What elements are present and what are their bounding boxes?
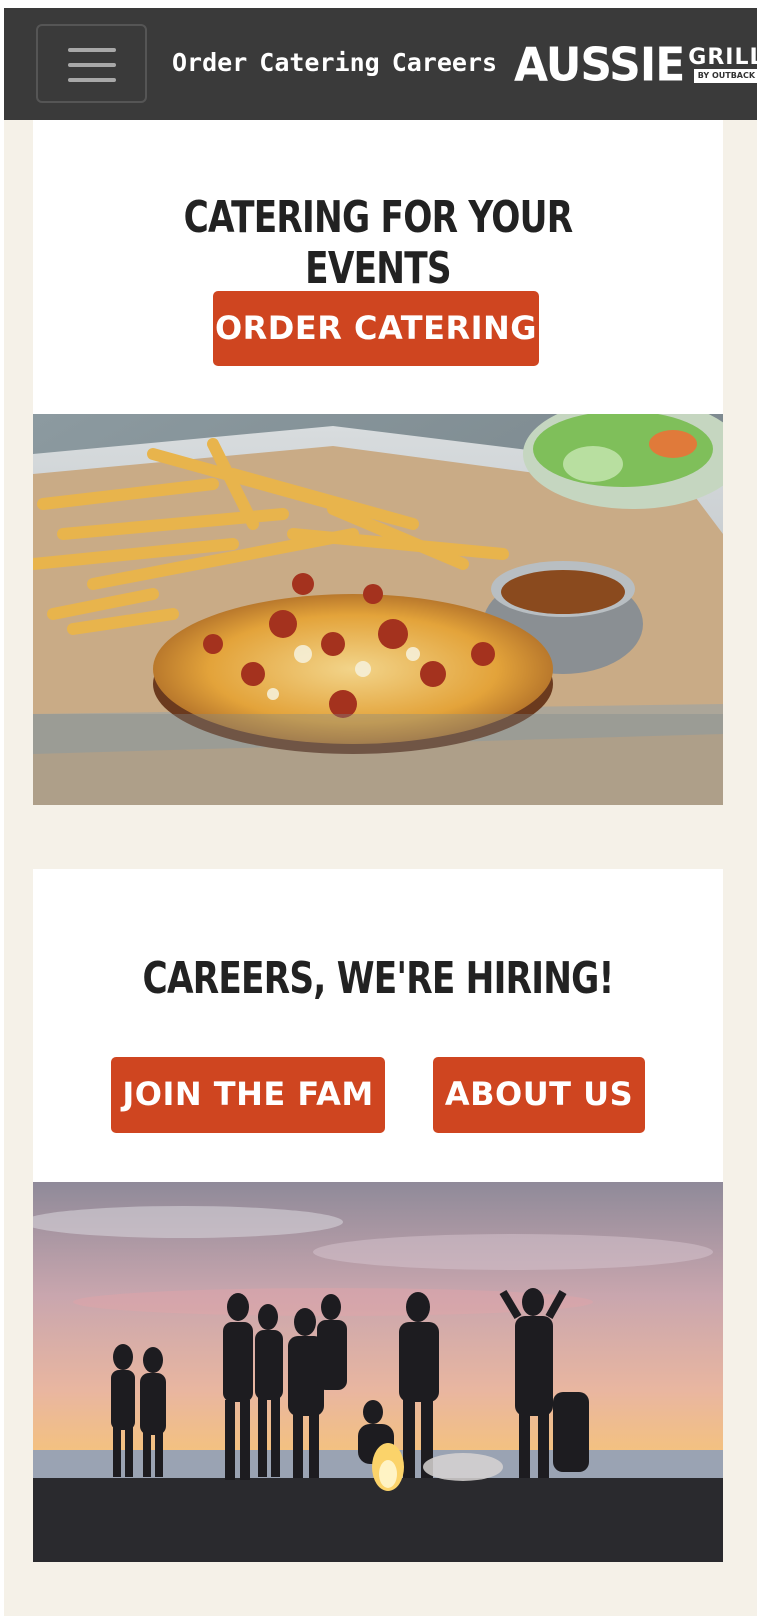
join-the-fam-button[interactable]: JOIN THE FAM: [111, 1057, 385, 1133]
about-us-button[interactable]: ABOUT US: [433, 1057, 645, 1133]
careers-card: CAREERS, WE'RE HIRING! JOIN THE FAM ABOU…: [33, 869, 723, 1562]
hamburger-icon[interactable]: [36, 24, 147, 103]
beach-bonfire-photo: [33, 1182, 723, 1562]
catering-title: CATERING FOR YOUR EVENTS: [183, 192, 574, 294]
food-photo: [33, 414, 723, 805]
order-catering-button[interactable]: ORDER CATERING: [213, 291, 539, 366]
aussie-grill-logo[interactable]: AUSSIE GRILL BY OUTBACK: [514, 38, 760, 92]
top-navbar: Order Catering Careers AUSSIE GRILL BY OUT…: [4, 8, 760, 120]
logo-tag-text: BY OUTBACK: [693, 69, 760, 83]
catering-card: CATERING FOR YOUR EVENTS ORDER CATERING: [33, 120, 723, 805]
careers-title: CAREERS, WE'RE HIRING!: [142, 953, 615, 1004]
page: Order Catering Careers AUSSIE GRILL BY OUT…: [4, 8, 760, 1616]
logo-side-text: GRILL: [688, 45, 760, 70]
nav-careers-link[interactable]: Careers: [392, 48, 497, 77]
nav-order-link[interactable]: Order: [172, 48, 247, 77]
main-nav: Order Catering Careers: [172, 48, 509, 77]
nav-catering-link[interactable]: Catering: [259, 48, 379, 77]
logo-main-text: AUSSIE: [514, 38, 685, 92]
